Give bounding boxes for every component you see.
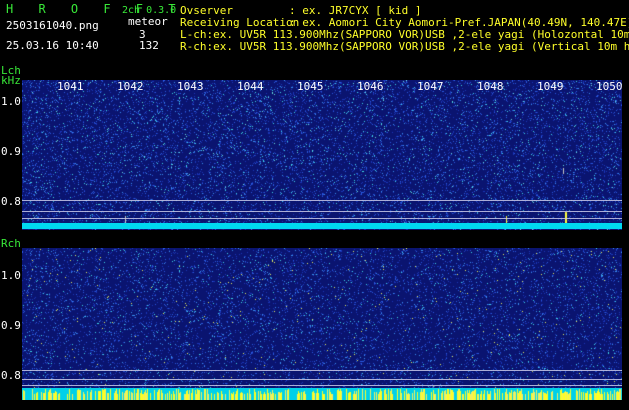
- lch-ytick-1.0: 1.0: [1, 95, 21, 108]
- meteor-r-count: 132: [139, 39, 159, 52]
- lch-spectrogram-noise: [22, 80, 622, 230]
- lch-info: L-ch:ex. UV5R 113.900Mhz(SAPPORO VOR)USB…: [180, 29, 629, 41]
- lch-ytick-0.8: 0.8: [1, 195, 21, 208]
- lch-guide-line: [22, 200, 622, 201]
- meteor-label: meteor: [128, 15, 168, 28]
- rch-signal-band: [22, 388, 622, 400]
- rch-guide-line: [22, 385, 622, 386]
- lch-ytick-0.9: 0.9: [1, 145, 21, 158]
- filename: 2503161040.png: [6, 19, 99, 32]
- xtick-1049: 1049: [537, 80, 564, 93]
- xtick-1046: 1046: [357, 80, 384, 93]
- lch-spectrogram: [22, 80, 622, 230]
- location-value: : ex. Aomori City Aomori-Pref.JAPAN(40.4…: [289, 16, 629, 29]
- rch-ytick-0.8: 0.8: [1, 369, 21, 382]
- xtick-1048: 1048: [477, 80, 504, 93]
- xtick-1047: 1047: [417, 80, 444, 93]
- rch-info: R-ch:ex. UV5R 113.900Mhz(SAPPORO VOR)USB…: [180, 41, 629, 53]
- rch-spectrogram: [22, 248, 622, 400]
- xtick-1042: 1042: [117, 80, 144, 93]
- xtick-1045: 1045: [297, 80, 324, 93]
- xtick-1050: 1050: [596, 80, 623, 93]
- rch-ytick-1.0: 1.0: [1, 269, 21, 282]
- xtick-1041: 1041: [57, 80, 84, 93]
- rch-channel-label: Rch: [1, 237, 21, 250]
- xtick-1043: 1043: [177, 80, 204, 93]
- datetime: 25.03.16 10:40: [6, 39, 99, 52]
- lch-guide-line: [22, 218, 622, 219]
- rch-guide-line: [22, 370, 622, 371]
- rch-spectrogram-noise: [22, 248, 622, 400]
- xtick-1044: 1044: [237, 80, 264, 93]
- lch-signal-band: [22, 223, 622, 229]
- lch-unit-label: kHz: [1, 74, 21, 87]
- rch-ytick-0.9: 0.9: [1, 319, 21, 332]
- location-label: Receiving Location: [180, 16, 300, 29]
- lch-guide-line: [22, 211, 622, 212]
- rch-guide-line: [22, 379, 622, 380]
